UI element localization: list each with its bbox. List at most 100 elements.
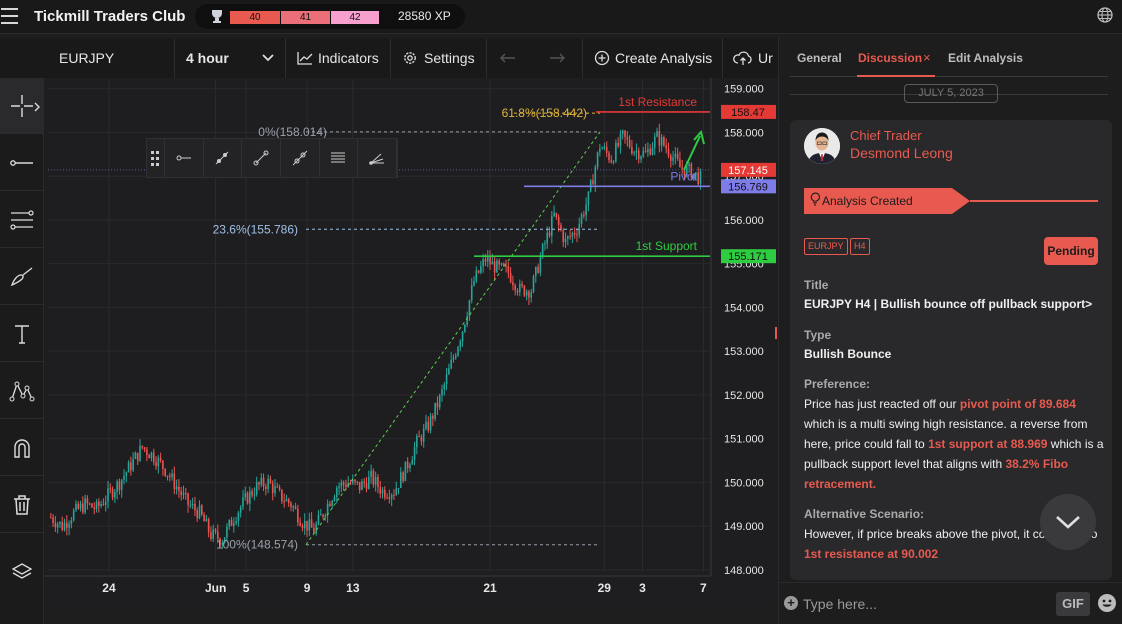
candle-body	[564, 238, 567, 243]
candle-body	[184, 492, 187, 494]
candle-body	[491, 261, 494, 265]
candle-body	[102, 504, 105, 506]
pattern-tool[interactable]	[0, 363, 44, 419]
trash-icon	[14, 494, 30, 515]
analysis-type: Bullish Bounce	[804, 347, 892, 361]
candle-body	[443, 384, 446, 390]
candle-body	[461, 331, 464, 342]
upload-button[interactable]: Ur	[733, 38, 773, 78]
magnet-tool[interactable]	[0, 420, 44, 476]
candle-body	[111, 489, 114, 498]
redo-icon	[550, 53, 565, 63]
x-tick-label: 7	[700, 581, 707, 595]
gif-button[interactable]: GIF	[1056, 592, 1090, 616]
candle-body	[210, 532, 212, 539]
create-analysis-button[interactable]: Create Analysis	[594, 38, 712, 78]
candle-body	[356, 481, 359, 483]
candle-body	[95, 501, 98, 510]
candle-body	[637, 150, 640, 160]
candle-body	[287, 498, 290, 504]
layers-tool[interactable]	[0, 544, 44, 600]
tab-close-icon[interactable]: ×	[923, 50, 931, 65]
candle-body	[162, 460, 164, 469]
candle-body	[301, 525, 304, 529]
drag-handle[interactable]	[147, 139, 165, 177]
add-attachment-icon[interactable]: +	[784, 596, 798, 610]
candle-body	[308, 519, 311, 531]
candle-body	[555, 212, 558, 217]
crosshair-tool[interactable]	[0, 78, 44, 134]
fib-tool[interactable]	[0, 192, 44, 248]
level-price-tag-label: 158.47	[731, 107, 765, 119]
candle-body	[134, 452, 137, 459]
tab-discussion[interactable]: Discussion	[858, 51, 922, 65]
candle-body	[615, 142, 617, 162]
x-tick-label: 3	[639, 581, 646, 595]
menu-icon[interactable]	[1, 8, 18, 24]
candle-body	[116, 481, 118, 492]
candle-body	[299, 522, 301, 526]
redo-button[interactable]	[549, 38, 565, 78]
emoji-icon[interactable]	[1097, 593, 1117, 613]
float-tool-ray[interactable]	[204, 139, 243, 177]
candle-body	[528, 291, 530, 298]
globe-icon[interactable]	[1096, 6, 1114, 24]
candle-body	[672, 157, 674, 161]
x-tick-label: 24	[102, 581, 116, 595]
symbol-chip: EURJPY	[804, 238, 848, 255]
brush-tool[interactable]	[0, 249, 44, 305]
candle-body	[523, 285, 526, 296]
candle-body	[436, 402, 439, 408]
indicators-button[interactable]: Indicators	[297, 38, 379, 78]
float-tool-parallel[interactable]	[320, 139, 359, 177]
candle-body	[576, 234, 578, 236]
timeframe-selector[interactable]: 4 hour	[186, 38, 278, 78]
float-tool-fan[interactable]	[358, 139, 397, 177]
message-input[interactable]	[803, 594, 1053, 614]
fib-level-label: 23.6%(155.786)	[213, 222, 298, 236]
candle-body	[315, 524, 317, 534]
candle-body	[319, 514, 322, 516]
candle-body	[601, 148, 603, 150]
candle-body	[303, 520, 306, 529]
candle-body	[77, 503, 80, 509]
candle-body	[518, 283, 521, 293]
candle-body	[340, 482, 343, 487]
text-tool[interactable]	[0, 306, 44, 362]
delete-tool[interactable]	[0, 477, 44, 533]
float-tool-segment[interactable]	[242, 139, 281, 177]
horizontal-line-tool[interactable]	[0, 135, 44, 191]
candle-body	[500, 263, 503, 265]
candle-body	[628, 139, 631, 148]
scroll-down-button[interactable]	[1040, 494, 1096, 550]
candle-body	[498, 260, 500, 265]
x-tick-label: Jun	[205, 581, 226, 595]
candle-body	[569, 236, 571, 238]
candle-body	[512, 282, 514, 286]
candle-body	[52, 517, 54, 524]
symbol-selector[interactable]: EURJPY	[59, 38, 114, 78]
candle-body	[534, 266, 537, 277]
settings-button[interactable]: Settings	[402, 38, 475, 78]
candle-body	[532, 276, 535, 293]
candle-body	[281, 489, 283, 502]
alt-resistance: 1st resistance at 90.002	[804, 547, 939, 561]
candle-body	[409, 464, 411, 469]
float-tool-line-left[interactable]	[165, 139, 204, 177]
pref-text-1: Price has just reacted off our	[804, 397, 960, 411]
candle-body	[136, 452, 139, 461]
candle-body	[553, 212, 555, 216]
candle-body	[68, 524, 70, 528]
candle-body	[669, 155, 672, 161]
analysis-title: EURJPY H4 | Bullish bounce off pullback …	[804, 297, 1093, 311]
undo-button[interactable]	[500, 38, 516, 78]
tab-general[interactable]: General	[797, 51, 842, 65]
candle-body	[88, 503, 91, 505]
candle-body	[631, 147, 633, 154]
candle-body	[418, 436, 420, 438]
candle-body	[640, 156, 642, 160]
float-tool-extended[interactable]	[281, 139, 320, 177]
tab-edit-analysis[interactable]: Edit Analysis	[948, 51, 1023, 65]
candle-body	[454, 355, 457, 358]
candle-body	[397, 487, 400, 489]
